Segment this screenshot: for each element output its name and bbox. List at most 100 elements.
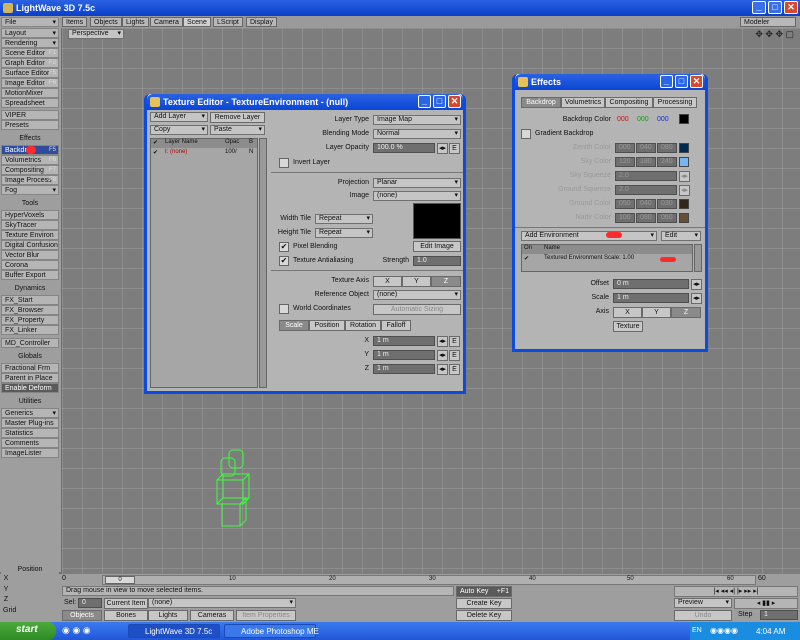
tab-objects[interactable]: Objects	[90, 17, 122, 27]
close-button[interactable]: ✕	[784, 1, 798, 14]
tab-position[interactable]: Position	[309, 320, 345, 331]
fx-linker-button[interactable]: FX_Linker	[1, 325, 59, 335]
imagelister-button[interactable]: ImageLister	[1, 448, 59, 458]
scale-x-field[interactable]: 1 m	[373, 336, 435, 346]
presets-button[interactable]: Presets	[1, 120, 59, 130]
quicklaunch-icons[interactable]: ◉ ◉ ◉	[62, 625, 91, 636]
maximize-button[interactable]: □	[768, 1, 782, 14]
envelope-icon[interactable]: ◂▸	[679, 171, 690, 182]
add-environment-dropdown[interactable]: Add Environment	[521, 231, 657, 241]
bones-button[interactable]: Bones	[104, 610, 148, 621]
minimize-button[interactable]: _	[418, 95, 431, 108]
axis-z-button[interactable]: Z	[671, 307, 701, 318]
paste-dropdown[interactable]: Paste	[210, 125, 265, 135]
view-mode-dropdown[interactable]: Perspective	[68, 29, 124, 39]
fx-start-button[interactable]: FX_Start	[1, 295, 59, 305]
tab-backdrop[interactable]: Backdrop	[521, 97, 561, 108]
current-item-dropdown[interactable]: (none)	[148, 598, 296, 608]
close-button[interactable]: ✕	[448, 95, 461, 108]
backdrop-color-g[interactable]: 000	[637, 116, 649, 123]
language-indicator[interactable]: EN	[692, 627, 702, 634]
check-icon[interactable]: ✔	[524, 255, 529, 262]
preview-dropdown[interactable]: Preview	[674, 598, 732, 608]
statistics-button[interactable]: Statistics	[1, 428, 59, 438]
gradient-backdrop-checkbox[interactable]	[521, 129, 531, 139]
tab-items[interactable]: Items	[62, 17, 88, 27]
comments-button[interactable]: Comments	[1, 438, 59, 448]
delete-key-button[interactable]: Delete Key	[456, 610, 512, 621]
axis-x-button[interactable]: X	[613, 307, 642, 318]
ground-g[interactable]: 040	[636, 199, 656, 209]
tab-volumetrics[interactable]: Volumetrics	[561, 97, 605, 108]
backdrop-color-r[interactable]: 000	[617, 116, 629, 123]
close-button[interactable]: ✕	[690, 75, 703, 88]
tab-falloff[interactable]: Falloff	[381, 320, 411, 331]
envelope-icon[interactable]: ◂▸	[691, 279, 702, 290]
ground-b[interactable]: 030	[657, 199, 677, 209]
world-coordinates-checkbox[interactable]	[279, 304, 289, 314]
tab-processing[interactable]: Processing	[653, 97, 697, 108]
fx-property-button[interactable]: FX_Property	[1, 315, 59, 325]
motion-mixer-button[interactable]: MotionMixer	[1, 88, 59, 98]
maximize-button[interactable]: □	[675, 75, 688, 88]
viper-button[interactable]: VIPER	[1, 110, 59, 120]
nadir-color-swatch[interactable]	[679, 213, 689, 223]
layer-type-dropdown[interactable]: Image Map	[373, 115, 461, 125]
envelope-icon[interactable]: ◂▸	[679, 185, 690, 196]
nadir-g[interactable]: 080	[636, 213, 656, 223]
zenith-r[interactable]: 000	[615, 143, 635, 153]
tool-corona[interactable]: Corona	[1, 260, 59, 270]
spreadsheet-button[interactable]: Spreadsheet	[1, 98, 59, 108]
layout-menu[interactable]: Layout	[1, 28, 59, 38]
scale-y-field[interactable]: 1 m	[373, 350, 435, 360]
envelope-icon[interactable]: ◂▸	[437, 364, 448, 375]
step-field[interactable]: 1	[760, 610, 798, 620]
sky-color-swatch[interactable]	[679, 157, 689, 167]
envelope-icon[interactable]: ◂▸	[437, 143, 448, 154]
envelope-icon[interactable]: ◂▸	[437, 336, 448, 347]
image-dropdown[interactable]: (none)	[373, 191, 461, 201]
image-process-button[interactable]: Image Process F8	[1, 175, 59, 185]
surface-editor-button[interactable]: Surface Editor F5	[1, 68, 59, 78]
item-properties-button[interactable]: Item Properties	[236, 610, 296, 621]
texture-antialiasing-checkbox[interactable]: ✔	[279, 256, 289, 266]
pixel-blending-checkbox[interactable]: ✔	[279, 242, 289, 252]
fog-menu[interactable]: Fog	[1, 185, 59, 195]
nadir-r[interactable]: 100	[615, 213, 635, 223]
tab-lscript[interactable]: LScript	[213, 17, 243, 27]
layer-opacity-field[interactable]: 100.0 %	[373, 143, 435, 153]
timeline-handle[interactable]: 0	[105, 576, 135, 584]
tool-hypervoxels[interactable]: HyperVoxels	[1, 210, 59, 220]
ground-squeeze-field[interactable]: 2.0	[615, 185, 677, 195]
envelope-icon[interactable]: ◂▸	[691, 293, 702, 304]
invert-layer-checkbox[interactable]	[279, 158, 289, 168]
scene-editor-button[interactable]: Scene Editor F1	[1, 48, 59, 58]
add-layer-dropdown[interactable]: Add Layer	[150, 112, 208, 122]
envelope-e-button[interactable]: E	[449, 364, 460, 375]
tool-skytracer[interactable]: SkyTracer	[1, 220, 59, 230]
strength-field[interactable]: 1.0	[413, 256, 461, 266]
axis-x-button[interactable]: X	[373, 276, 402, 287]
sky-squeeze-field[interactable]: 2.0	[615, 171, 677, 181]
image-editor-button[interactable]: Image Editor F6	[1, 78, 59, 88]
texture-editor-titlebar[interactable]: Texture Editor - TextureEnvironment - (n…	[147, 94, 463, 110]
width-tile-dropdown[interactable]: Repeat	[315, 214, 373, 224]
undo-button[interactable]: Undo	[674, 610, 732, 621]
tab-lights[interactable]: Lights	[122, 17, 149, 27]
cameras-button[interactable]: Cameras	[190, 610, 234, 621]
tool-vector-blur[interactable]: Vector Blur	[1, 250, 59, 260]
timeline-slider[interactable]: 0 10 20 30 40 50 60	[102, 575, 756, 585]
ground-r[interactable]: 050	[615, 199, 635, 209]
automatic-sizing-button[interactable]: Automatic Sizing	[373, 304, 461, 315]
playback-controls[interactable]: ◂ ▮▮ ▸	[734, 598, 798, 609]
start-button[interactable]: start	[0, 622, 56, 640]
axis-y-button[interactable]: Y	[402, 276, 431, 287]
maximize-button[interactable]: □	[433, 95, 446, 108]
modeler-button[interactable]: Modeler	[740, 17, 796, 27]
projection-dropdown[interactable]: Planar	[373, 178, 461, 188]
sky-r[interactable]: 120	[615, 157, 635, 167]
texture-button[interactable]: Texture	[613, 321, 643, 332]
layer-row[interactable]: ✔ I: (none) 100/ N	[151, 149, 257, 158]
objects-button[interactable]: Objects	[62, 610, 102, 621]
zenith-g[interactable]: 040	[636, 143, 656, 153]
